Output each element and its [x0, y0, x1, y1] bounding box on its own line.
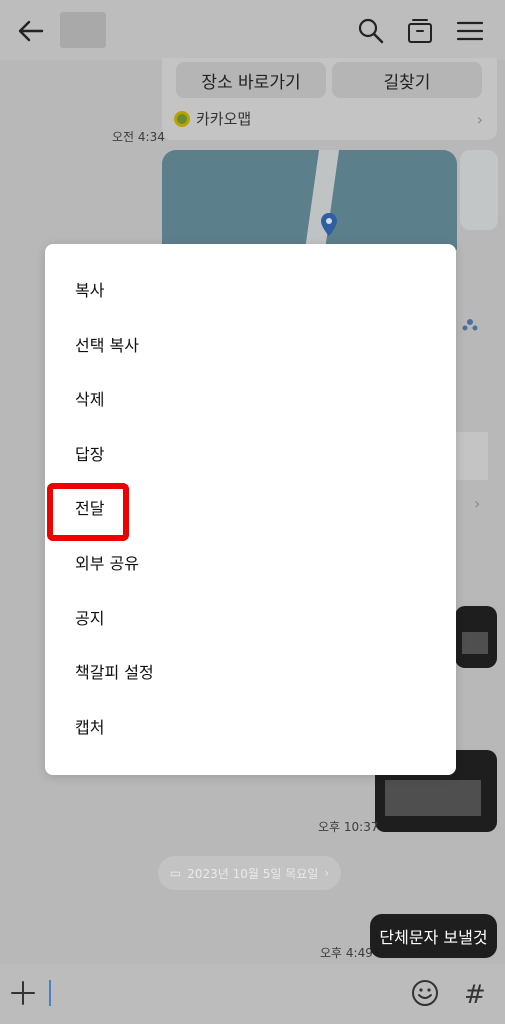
menu-item-bookmark[interactable]: 책갈피 설정 [45, 646, 456, 701]
message-bubble[interactable]: 단체문자 보낼것 [370, 914, 497, 958]
menu-item-capture[interactable]: 캡처 [45, 701, 456, 756]
emoji-icon[interactable] [411, 979, 439, 1007]
text-cursor [49, 980, 51, 1006]
directions-button[interactable]: 길찾기 [332, 62, 482, 98]
message-time: 오후 4:49 [320, 946, 373, 960]
menu-item-forward[interactable]: 전달 [45, 482, 456, 537]
drawer-icon[interactable] [405, 16, 435, 46]
message-context-menu: 복사 선택 복사 삭제 답장 전달 외부 공유 공지 책갈피 설정 캡처 [45, 244, 456, 775]
kakao-map-link[interactable]: 카카오맵 [174, 108, 251, 129]
menu-item-select-copy[interactable]: 선택 복사 [45, 319, 456, 374]
menu-item-copy[interactable]: 복사 [45, 264, 456, 319]
map-location-pin-icon [321, 213, 337, 236]
place-card: 장소 바로가기 길찾기 카카오맵 › [162, 58, 497, 140]
menu-item-notice[interactable]: 공지 [45, 592, 456, 647]
chevron-right-icon: › [476, 110, 483, 129]
hamburger-menu-icon[interactable] [455, 16, 485, 46]
kakao-map-pin-icon [174, 110, 190, 127]
chevron-right-icon: › [474, 494, 481, 513]
message-time: 오후 10:37 [318, 820, 379, 834]
calendar-icon: ▭ [169, 866, 182, 880]
message-text: 단체문자 보낼것 [379, 928, 488, 947]
blurred-content [462, 632, 488, 654]
kakao-map-label: 카카오맵 [196, 110, 252, 128]
chat-room-name-blurred [60, 12, 106, 48]
side-preview-blurred [460, 150, 498, 230]
back-arrow-icon[interactable] [16, 16, 46, 46]
map-preview-image[interactable] [162, 150, 457, 250]
chevron-right-icon: › [324, 866, 330, 880]
plus-icon[interactable] [10, 980, 36, 1006]
date-divider-label: 2023년 10월 5일 목요일 [187, 866, 319, 881]
date-divider[interactable]: ▭ 2023년 10월 5일 목요일 › [158, 856, 341, 890]
menu-item-delete[interactable]: 삭제 [45, 373, 456, 428]
hash-icon[interactable]: # [464, 980, 486, 1010]
menu-item-external-share[interactable]: 외부 공유 [45, 537, 456, 592]
message-time: 오전 4:34 [112, 130, 165, 144]
people-icon [462, 319, 478, 331]
goto-place-button[interactable]: 장소 바로가기 [176, 62, 326, 98]
menu-item-reply[interactable]: 답장 [45, 428, 456, 483]
search-icon[interactable] [356, 16, 386, 46]
blurred-content [385, 780, 481, 816]
